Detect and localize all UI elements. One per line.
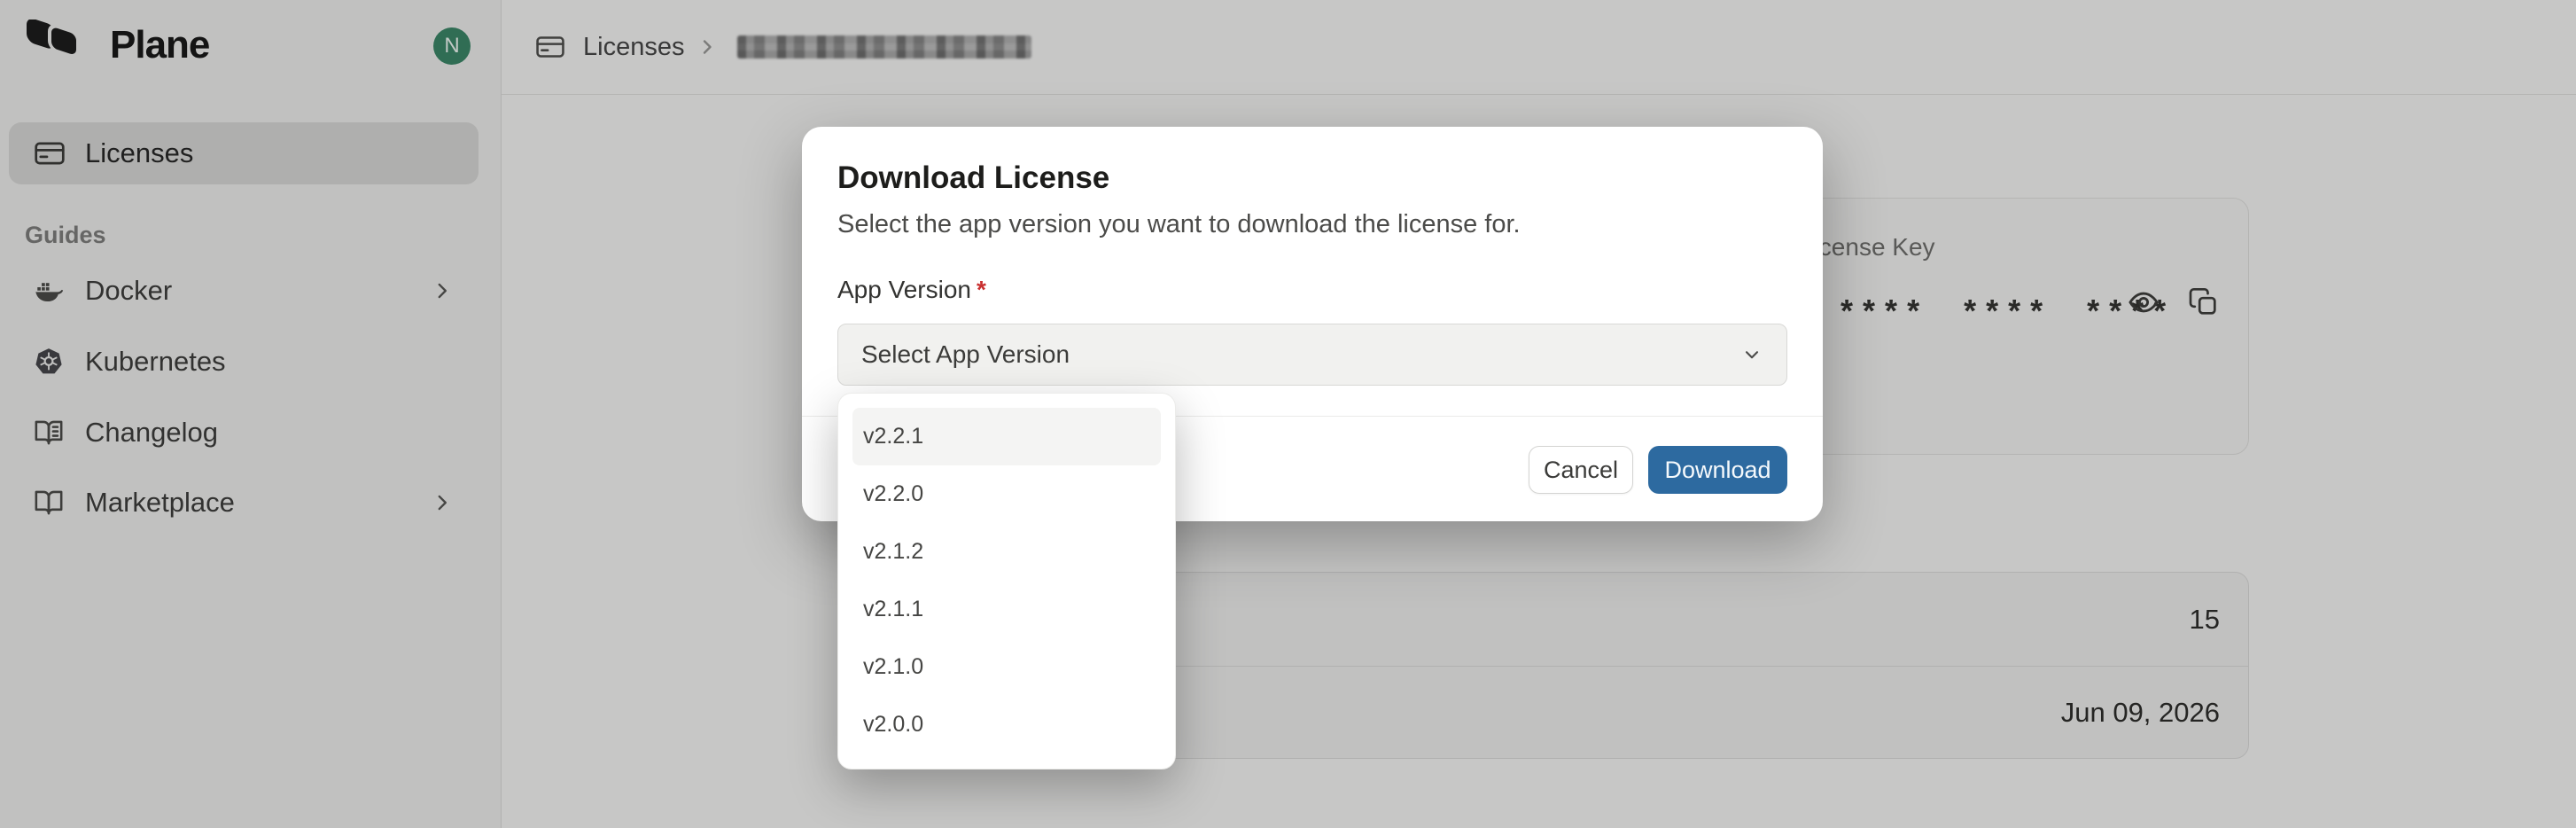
download-button[interactable]: Download	[1648, 446, 1787, 494]
dropdown-option[interactable]: v2.1.1	[852, 581, 1161, 638]
dropdown-option[interactable]: v2.2.0	[852, 465, 1161, 523]
app-window: Plane Licenses Guides	[0, 0, 2576, 828]
dropdown-option[interactable]: v2.1.0	[852, 638, 1161, 696]
chevron-down-icon	[1740, 343, 1763, 366]
modal-title: Download License	[837, 160, 1109, 196]
dropdown-option[interactable]: v2.2.1	[852, 408, 1161, 465]
dropdown-option[interactable]: v2.0.0	[852, 696, 1161, 754]
app-version-label: App Version*	[837, 276, 986, 304]
dropdown-option[interactable]: v2.1.2	[852, 523, 1161, 581]
modal-subtitle: Select the app version you want to downl…	[837, 210, 1521, 239]
app-version-dropdown: v2.2.1 v2.2.0 v2.1.2 v2.1.1 v2.1.0 v2.0.…	[837, 393, 1176, 769]
select-placeholder: Select App Version	[861, 340, 1740, 369]
app-version-select[interactable]: Select App Version	[837, 324, 1787, 386]
cancel-button[interactable]: Cancel	[1529, 446, 1633, 494]
required-asterisk: *	[977, 276, 986, 303]
